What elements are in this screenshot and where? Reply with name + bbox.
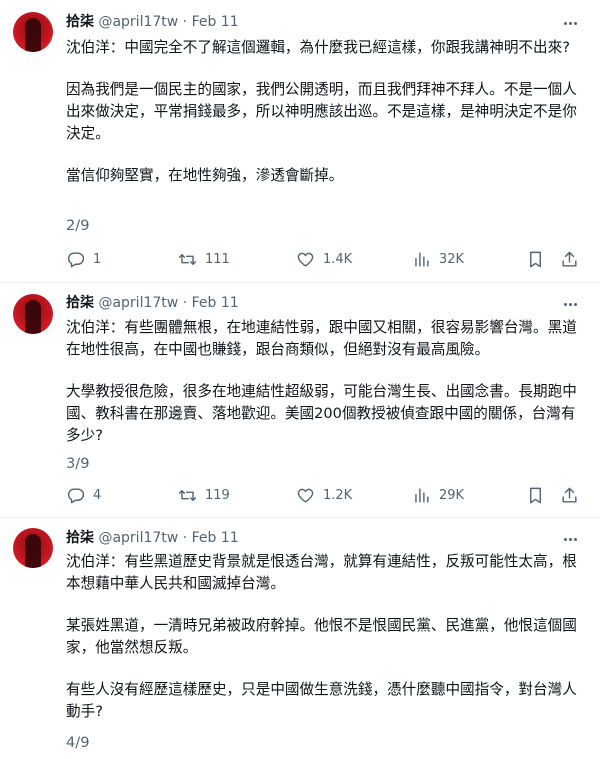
views-button[interactable]: 29K (412, 483, 464, 507)
like-button[interactable]: 1.4K (296, 247, 352, 271)
timeline: 拾柒 @april17tw · Feb 11 沈伯洋：中國完全不了解這個邏輯，為… (0, 0, 600, 759)
separator: · (182, 295, 188, 311)
avatar-silhouette (25, 534, 41, 568)
reply-count: 1 (93, 251, 102, 267)
bookmark-icon (530, 251, 541, 267)
like-button[interactable]: 1.2K (296, 483, 352, 507)
tweet-paragraph: 某張姓黑道，一清時兄弟被政府幹掉。他恨不是恨國民黨、民進黨，他恨這個國家，他當然… (66, 617, 577, 656)
separator: · (182, 14, 188, 30)
tweet-paragraph: 沈伯洋：有些黑道歷史背景就是恨透台灣，就算有連結性，反叛可能性太高，根本想藉中華… (66, 553, 577, 592)
more-options-icon[interactable] (562, 531, 578, 547)
retweet-icon (178, 253, 197, 265)
avatar[interactable] (13, 12, 53, 52)
author-handle[interactable]: @april17tw (98, 14, 178, 30)
like-count: 1.4K (323, 251, 353, 267)
share-icon (562, 251, 577, 267)
tweet-paragraph: 大學教授很危險，很多在地連結性超級弱，可能台灣生長、出國念書。長期跑中國、教科書… (66, 383, 577, 444)
tweet-header: 拾柒 @april17tw · Feb 11 (66, 13, 239, 31)
bookmark-button[interactable] (526, 247, 545, 271)
views-chart-icon (415, 487, 429, 503)
reply-button[interactable]: 4 (66, 483, 101, 507)
tweet-date[interactable]: Feb 11 (192, 530, 239, 546)
tweet-paragraph: 有些人沒有經歷這樣歷史，只是中國做生意洗錢，憑什麼聽中國指令，對台灣人動手? (66, 681, 577, 720)
avatar[interactable] (13, 528, 53, 568)
more-options-icon[interactable] (562, 296, 578, 312)
tweet-header: 拾柒 @april17tw · Feb 11 (66, 294, 239, 312)
thread-count: 3/9 (66, 455, 90, 472)
view-count: 32K (439, 251, 465, 267)
author-name[interactable]: 拾柒 (66, 14, 94, 30)
tweet[interactable]: 拾柒 @april17tw · Feb 11 沈伯洋：有些團體無根，在地連結性弱… (0, 283, 600, 518)
separator: · (182, 530, 188, 546)
heart-icon (297, 488, 314, 503)
share-button[interactable] (560, 247, 579, 271)
author-name[interactable]: 拾柒 (66, 295, 94, 311)
reply-count: 4 (93, 487, 102, 503)
avatar-silhouette (25, 18, 41, 52)
reply-icon (67, 487, 85, 503)
retweet-icon (178, 489, 197, 501)
bookmark-button[interactable] (526, 483, 545, 507)
tweet-paragraph: 沈伯洋：中國完全不了解這個邏輯，為什麼我已經這樣，你跟我講神明不出來? (66, 39, 570, 56)
retweet-count: 111 (205, 251, 230, 267)
tweet-paragraph: 因為我們是一個民主的國家，我們公開透明，而且我們拜神不拜人。不是一個人出來做決定… (66, 81, 577, 142)
author-handle[interactable]: @april17tw (98, 530, 178, 546)
tweet-text: 沈伯洋：有些團體無根，在地連結性弱，跟中國又相關，很容易影響台灣。黑道在地性很高… (66, 317, 582, 447)
author-handle[interactable]: @april17tw (98, 295, 178, 311)
tweet-header: 拾柒 @april17tw · Feb 11 (66, 529, 239, 547)
author-name[interactable]: 拾柒 (66, 530, 94, 546)
retweet-button[interactable]: 111 (178, 247, 230, 271)
share-icon (562, 487, 577, 503)
tweet[interactable]: 拾柒 @april17tw · Feb 11 沈伯洋：中國完全不了解這個邏輯，為… (0, 0, 600, 283)
tweet-date[interactable]: Feb 11 (192, 14, 239, 30)
tweet[interactable]: 拾柒 @april17tw · Feb 11 沈伯洋：有些黑道歷史背景就是恨透台… (0, 518, 600, 759)
reply-icon (67, 251, 85, 267)
heart-icon (297, 252, 314, 267)
avatar[interactable] (13, 294, 53, 334)
tweet-actions: 4 119 1.2K 29K (60, 483, 590, 507)
like-count: 1.2K (323, 487, 353, 503)
views-button[interactable]: 32K (412, 247, 464, 271)
tweet-text: 沈伯洋：有些黑道歷史背景就是恨透台灣，就算有連結性，反叛可能性太高，根本想藉中華… (66, 551, 582, 723)
reply-button[interactable]: 1 (66, 247, 101, 271)
views-chart-icon (415, 251, 429, 267)
avatar-silhouette (25, 300, 41, 334)
bookmark-icon (530, 487, 541, 503)
retweet-count: 119 (205, 487, 230, 503)
tweet-date[interactable]: Feb 11 (192, 295, 239, 311)
thread-count: 2/9 (66, 217, 90, 234)
tweet-text: 沈伯洋：中國完全不了解這個邏輯，為什麼我已經這樣，你跟我講神明不出來? 因為我們… (66, 37, 582, 187)
thread-count: 4/9 (66, 734, 90, 751)
more-options-icon[interactable] (562, 15, 578, 31)
tweet-actions: 1 111 1.4K 32K (60, 247, 590, 271)
tweet-paragraph: 當信仰夠堅實，在地性夠強，滲透會斷掉。 (66, 167, 344, 184)
share-button[interactable] (560, 483, 579, 507)
view-count: 29K (439, 487, 465, 503)
tweet-paragraph: 沈伯洋：有些團體無根，在地連結性弱，跟中國又相關，很容易影響台灣。黑道在地性很高… (66, 319, 577, 358)
retweet-button[interactable]: 119 (178, 483, 230, 507)
